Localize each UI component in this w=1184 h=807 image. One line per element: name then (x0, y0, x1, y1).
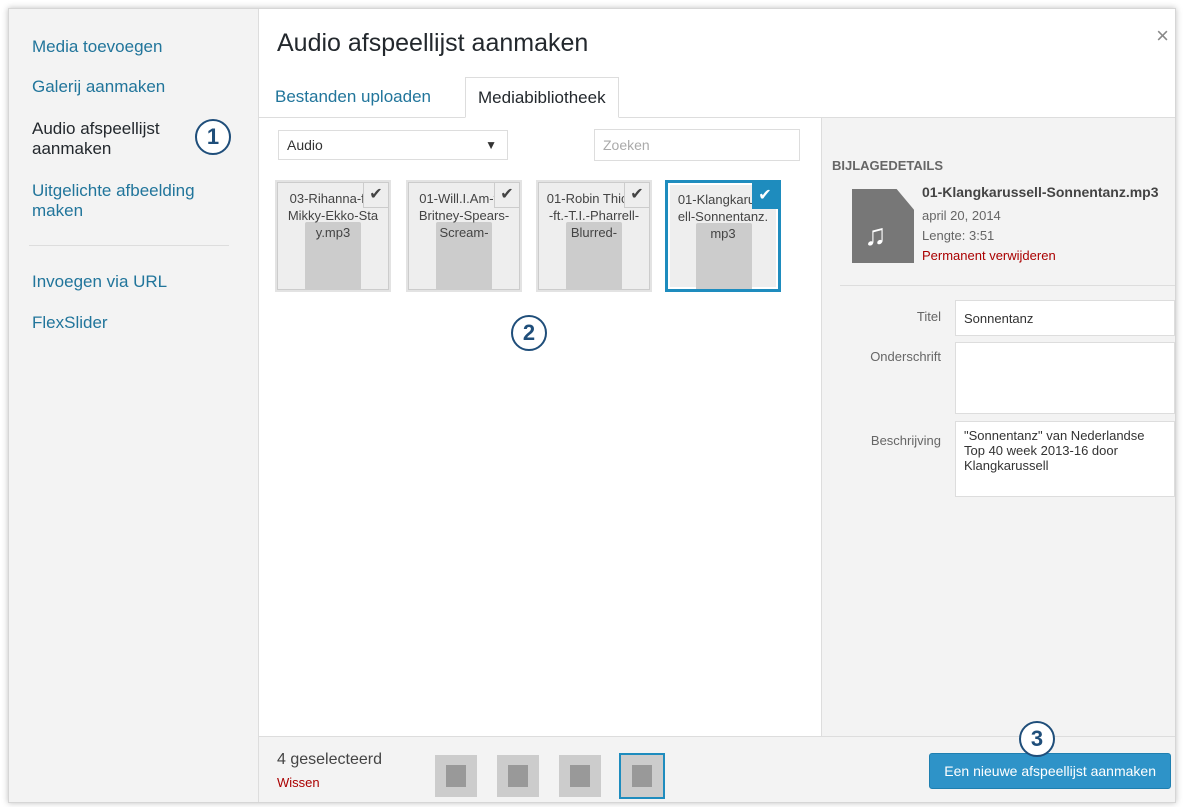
step-badge-1: 1 (195, 119, 231, 155)
clear-selection-link[interactable]: Wissen (277, 775, 320, 790)
audio-file-icon: ♫ (852, 189, 914, 263)
step-badge-3: 3 (1019, 721, 1055, 757)
check-icon[interactable]: ✔ (363, 182, 389, 208)
modal-title: Audio afspeellijst aanmaken (277, 29, 589, 57)
check-icon[interactable]: ✔ (624, 182, 650, 208)
create-playlist-button[interactable]: Een nieuwe afspeellijst aanmaken (929, 753, 1171, 789)
description-field[interactable]: "Sonnentanz" van Nederlandse Top 40 week… (955, 421, 1175, 497)
menu-item-audio-playlist[interactable]: Audio afspeellijst aanmaken (32, 119, 192, 159)
details-heading: BIJLAGEDETAILS (832, 158, 943, 173)
selected-thumbnail[interactable] (557, 753, 603, 799)
menu-item-create-gallery[interactable]: Galerij aanmaken (32, 77, 165, 97)
media-modal: Media toevoegen Galerij aanmaken Audio a… (8, 8, 1176, 803)
audio-file-icon (570, 765, 590, 787)
selection-count: 4 geselecteerd (277, 751, 382, 768)
title-field[interactable] (955, 300, 1175, 336)
menu-item-add-media[interactable]: Media toevoegen (32, 37, 162, 57)
attachment-item[interactable]: 03-Rihanna-ft.-Mikky-Ekko-Stay.mp3 ✔ (275, 180, 391, 292)
filter-value: Audio (287, 137, 323, 153)
tab-upload-files[interactable]: Bestanden uploaden (263, 77, 443, 118)
media-type-filter[interactable]: Audio ▼ (278, 130, 508, 160)
tab-media-library[interactable]: Mediabibliotheek (465, 77, 619, 118)
caption-label: Onderschrift (870, 349, 941, 364)
details-length: Lengte: 3:51 (922, 228, 995, 243)
details-filename: 01-Klangkarussell-Sonnentanz.mp3 (922, 184, 1159, 200)
step-badge-2: 2 (511, 315, 547, 351)
attachment-item-selected[interactable]: 01-Klangkarussell-Sonnentanz.mp3 ✔ (665, 180, 781, 292)
attachment-item[interactable]: 01-Will.I.Am-ft.-Britney-Spears-Scream- … (406, 180, 522, 292)
dropdown-arrow-icon: ▼ (485, 138, 497, 152)
menu-item-featured-image[interactable]: Uitgelichte afbeelding maken (32, 181, 232, 221)
selected-thumbnail[interactable] (495, 753, 541, 799)
title-label: Titel (916, 309, 941, 324)
check-icon[interactable]: ✔ (494, 182, 520, 208)
selected-thumbnail[interactable] (433, 753, 479, 799)
attachment-item[interactable]: 01-Robin Thicke-ft.-T.I.-Pharrell-Blurre… (536, 180, 652, 292)
details-separator (840, 285, 1175, 286)
audio-file-icon (632, 765, 652, 787)
details-date: april 20, 2014 (922, 208, 1001, 223)
delete-permanently-link[interactable]: Permanent verwijderen (922, 248, 1056, 263)
media-menu: Media toevoegen Galerij aanmaken Audio a… (9, 9, 259, 802)
description-label: Beschrijving (870, 433, 941, 448)
audio-file-icon (508, 765, 528, 787)
selected-thumbnail[interactable] (619, 753, 665, 799)
search-input[interactable] (594, 129, 800, 161)
caption-field[interactable] (955, 342, 1175, 414)
menu-item-insert-url[interactable]: Invoegen via URL (32, 272, 167, 292)
menu-separator (29, 245, 229, 246)
audio-file-icon (446, 765, 466, 787)
check-icon[interactable]: ✔ (752, 183, 778, 209)
menu-item-flexslider[interactable]: FlexSlider (32, 313, 108, 333)
close-icon[interactable]: × (1156, 23, 1169, 49)
